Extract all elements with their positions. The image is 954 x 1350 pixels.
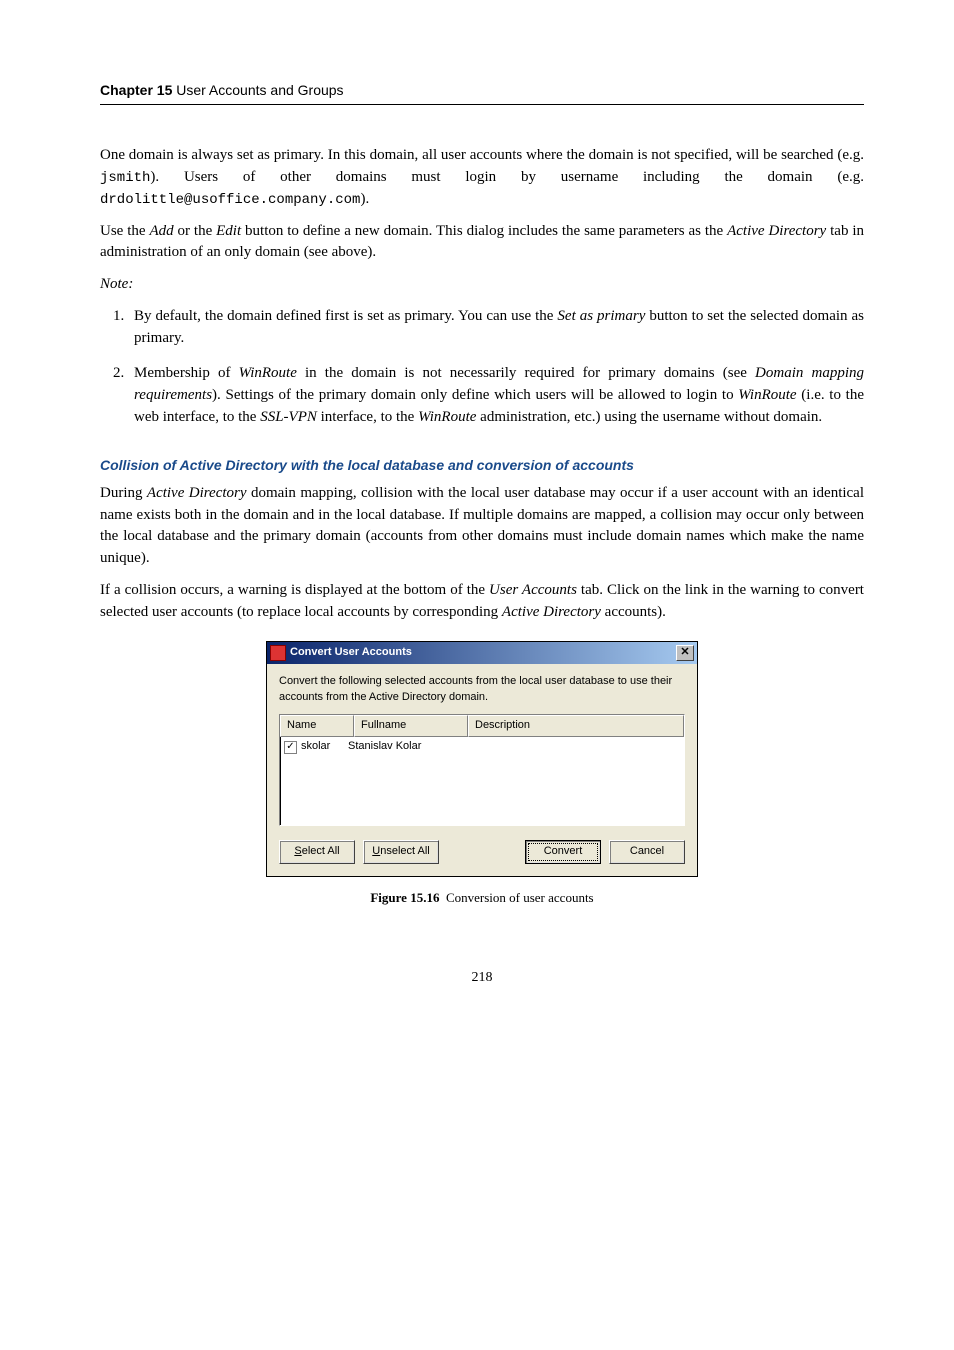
accounts-listview[interactable]: Name Fullname Description ✓ skolar Stani… xyxy=(279,714,685,826)
row-fullname: Stanislav Kolar xyxy=(348,739,454,755)
paragraph-3: During Active Directory domain mapping, … xyxy=(100,483,864,570)
chapter-header: Chapter 15 User Accounts and Groups xyxy=(100,80,864,100)
col-description[interactable]: Description xyxy=(468,715,684,737)
convert-button[interactable]: Convert xyxy=(525,840,601,864)
figure-text: Conversion of user accounts xyxy=(446,890,594,905)
paragraph-2: Use the Add or the Edit button to define… xyxy=(100,221,864,265)
table-row[interactable]: ✓ skolar Stanislav Kolar xyxy=(280,737,684,757)
code-jsmith: jsmith xyxy=(100,170,150,186)
chapter-title: User Accounts and Groups xyxy=(176,82,343,98)
convert-user-accounts-dialog: Convert User Accounts ✕ Convert the foll… xyxy=(266,641,698,877)
dialog-title: Convert User Accounts xyxy=(290,645,676,661)
col-name[interactable]: Name xyxy=(280,715,354,737)
row-name: skolar xyxy=(301,739,330,755)
select-all-button[interactable]: Select All xyxy=(279,840,355,864)
code-email: drdolittle@usoffice.company.com xyxy=(100,192,360,208)
cancel-button[interactable]: Cancel xyxy=(609,840,685,864)
figure-caption: Figure 15.16 Conversion of user accounts xyxy=(100,889,864,908)
header-rule xyxy=(100,104,864,105)
paragraph-4: If a collision occurs, a warning is disp… xyxy=(100,580,864,624)
row-checkbox[interactable]: ✓ xyxy=(284,741,297,754)
dialog-message: Convert the following selected accounts … xyxy=(279,674,685,706)
unselect-all-button[interactable]: Unselect All xyxy=(363,840,439,864)
col-fullname[interactable]: Fullname xyxy=(354,715,468,737)
note-label: Note: xyxy=(100,274,864,296)
close-icon[interactable]: ✕ xyxy=(676,645,694,661)
note-item-2: Membership of WinRoute in the domain is … xyxy=(128,363,864,428)
chapter-number: Chapter 15 xyxy=(100,82,172,98)
app-icon xyxy=(270,645,286,661)
figure-label: Figure 15.16 xyxy=(370,890,439,905)
page-number: 218 xyxy=(100,968,864,988)
section-heading: Collision of Active Directory with the l… xyxy=(100,455,864,475)
listview-header: Name Fullname Description xyxy=(280,715,684,737)
paragraph-1: One domain is always set as primary. In … xyxy=(100,145,864,210)
dialog-titlebar[interactable]: Convert User Accounts ✕ xyxy=(267,642,697,664)
note-item-1: By default, the domain defined first is … xyxy=(128,306,864,350)
note-list: By default, the domain defined first is … xyxy=(100,306,864,429)
